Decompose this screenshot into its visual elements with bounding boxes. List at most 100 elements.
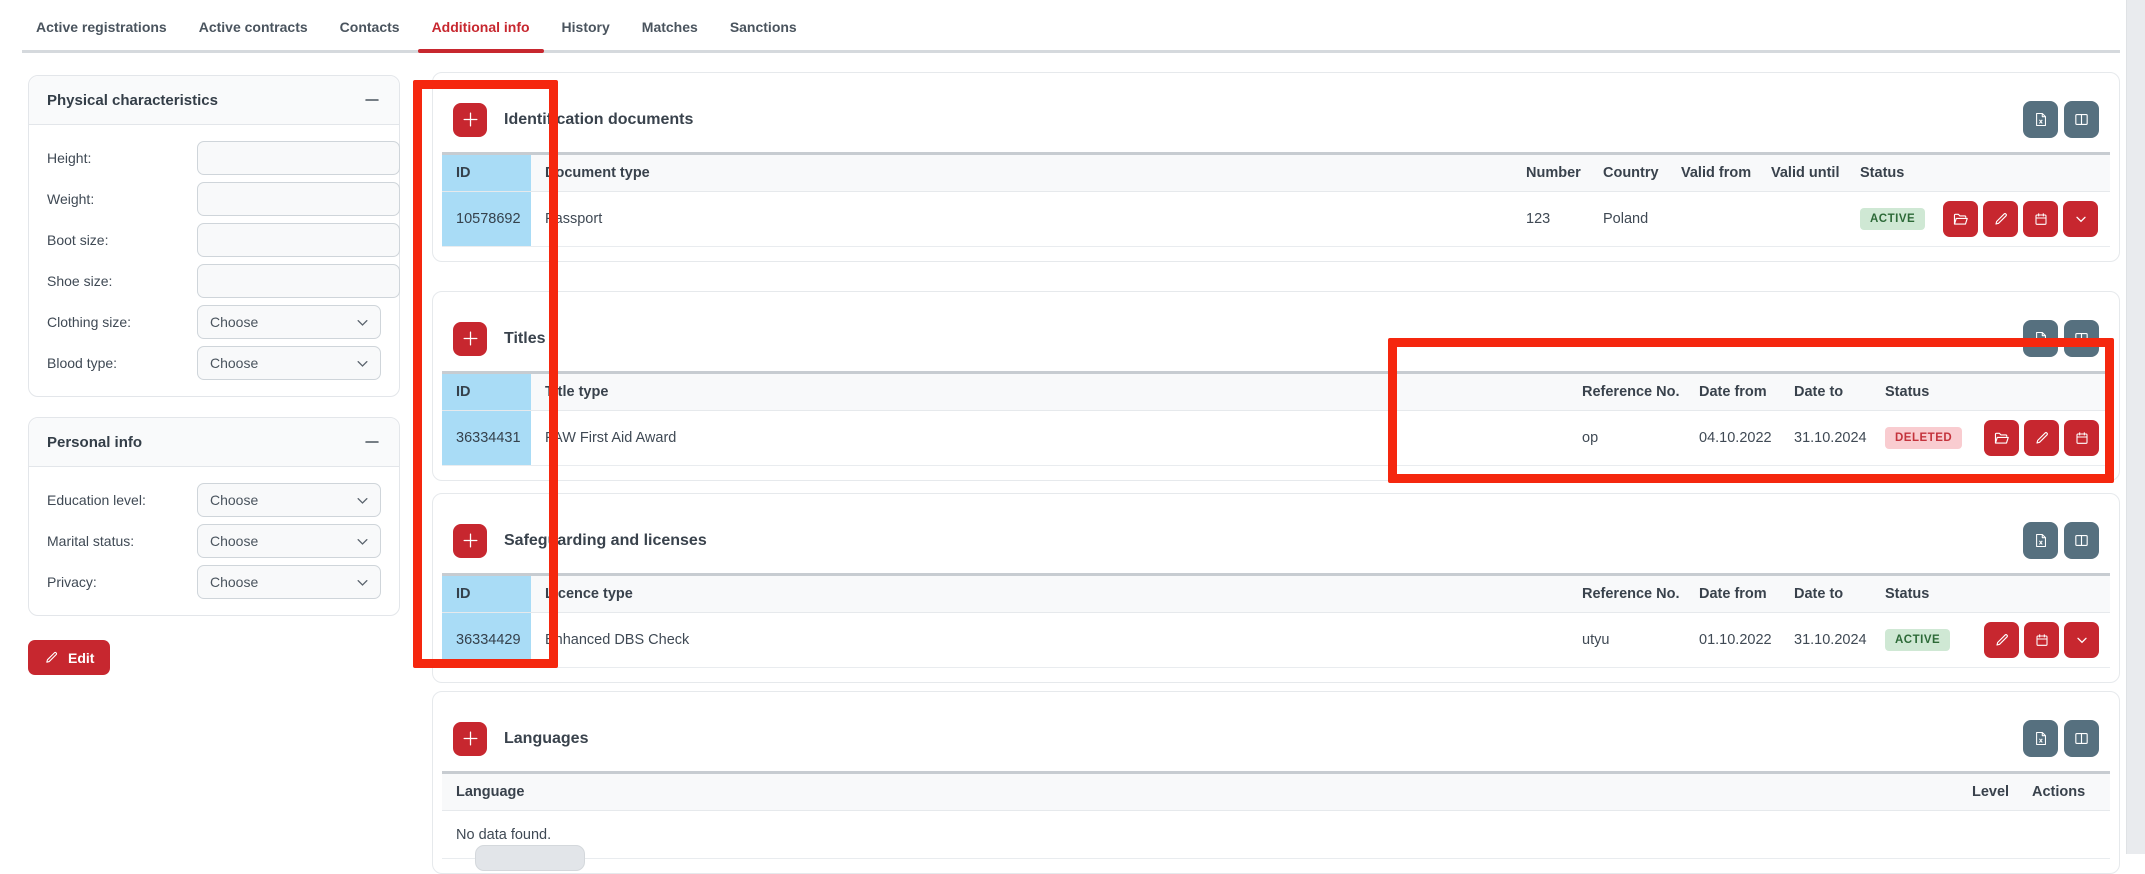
weight-field[interactable] xyxy=(197,182,400,216)
excel-export-icon xyxy=(2032,730,2049,747)
identification-documents-card: Identification documents ID Document typ… xyxy=(432,72,2120,262)
toggle-columns-button[interactable] xyxy=(2064,101,2099,138)
expand-row-button[interactable] xyxy=(2064,622,2099,658)
select-value: Choose xyxy=(210,355,258,371)
columns-icon xyxy=(2073,730,2090,747)
edit-row-button[interactable] xyxy=(2024,420,2059,456)
row-status: DELETED xyxy=(1885,411,1984,465)
shoe-size-field[interactable] xyxy=(197,264,400,298)
toggle-columns-button[interactable] xyxy=(2064,522,2099,559)
field-label: Shoe size: xyxy=(47,273,197,289)
table-header-row: ID Title type Reference No. Date from Da… xyxy=(442,374,2110,411)
section-title: Identification documents xyxy=(504,111,693,129)
open-record-button[interactable] xyxy=(1943,201,1978,237)
hidden-bottom-button[interactable] xyxy=(475,845,585,871)
section-title: Safeguarding and licenses xyxy=(504,532,707,550)
row-id: 36334429 xyxy=(442,613,531,667)
boot-size-field[interactable] xyxy=(197,223,400,257)
pencil-icon xyxy=(1994,632,2010,648)
table-row: 10578692 Passport 123 Poland ACTIVE xyxy=(442,192,2110,247)
add-title-button[interactable] xyxy=(453,322,487,356)
status-badge: ACTIVE xyxy=(1860,208,1925,230)
field-label: Marital status: xyxy=(47,533,197,549)
edit-row-button[interactable] xyxy=(1984,622,2019,658)
toggle-columns-button[interactable] xyxy=(2064,320,2099,357)
row-actions xyxy=(1943,192,2110,246)
card-head: Titles xyxy=(433,292,2119,371)
row-valid-until xyxy=(1771,192,1860,246)
expand-row-button[interactable] xyxy=(2063,201,2098,237)
column-header-reference-no: Reference No. xyxy=(1582,374,1699,410)
column-header-status: Status xyxy=(1860,155,1943,191)
table-row: 36334431 FAW First Aid Award op 04.10.20… xyxy=(442,411,2110,466)
tab-contacts[interactable]: Contacts xyxy=(338,3,402,50)
row-status: ACTIVE xyxy=(1860,192,1943,246)
collapse-panel-button[interactable] xyxy=(363,91,381,109)
field-row: Privacy: Choose xyxy=(47,565,381,599)
education-level-select[interactable]: Choose xyxy=(197,483,381,517)
plus-icon xyxy=(461,531,480,550)
column-header-id: ID xyxy=(442,576,531,612)
tab-sanctions[interactable]: Sanctions xyxy=(728,3,799,50)
row-actions xyxy=(1984,411,2110,465)
row-reference-no: utyu xyxy=(1582,613,1699,667)
collapse-panel-button[interactable] xyxy=(363,433,381,451)
status-badge: DELETED xyxy=(1885,427,1962,449)
calendar-button[interactable] xyxy=(2023,201,2058,237)
select-value: Choose xyxy=(210,574,258,590)
height-field[interactable] xyxy=(197,141,400,175)
row-actions xyxy=(1984,613,2110,667)
card-head: Identification documents xyxy=(433,73,2119,152)
field-label: Height: xyxy=(47,150,197,166)
chevron-down-icon xyxy=(2074,632,2090,648)
section-title: Titles xyxy=(504,330,546,348)
tab-active-registrations[interactable]: Active registrations xyxy=(34,3,169,50)
select-value: Choose xyxy=(210,492,258,508)
plus-icon xyxy=(461,729,480,748)
row-document-type: Passport xyxy=(531,192,1526,246)
export-excel-button[interactable] xyxy=(2023,320,2058,357)
column-header-id: ID xyxy=(442,155,531,191)
select-value: Choose xyxy=(210,314,258,330)
field-label: Blood type: xyxy=(47,355,197,371)
row-date-to: 31.10.2024 xyxy=(1794,613,1885,667)
status-badge: ACTIVE xyxy=(1885,629,1950,651)
tab-history[interactable]: History xyxy=(560,3,612,50)
calendar-button[interactable] xyxy=(2024,622,2059,658)
row-date-to: 31.10.2024 xyxy=(1794,411,1885,465)
toggle-columns-button[interactable] xyxy=(2064,720,2099,757)
privacy-select[interactable]: Choose xyxy=(197,565,381,599)
titles-card: Titles ID Title type Reference No. xyxy=(432,291,2120,481)
calendar-button[interactable] xyxy=(2064,420,2099,456)
field-row: Blood type: Choose xyxy=(47,346,381,380)
open-record-button[interactable] xyxy=(1984,420,2019,456)
table-header-row: ID Document type Number Country Valid fr… xyxy=(442,155,2110,192)
export-excel-button[interactable] xyxy=(2023,522,2058,559)
row-status: ACTIVE xyxy=(1885,613,1984,667)
tab-additional-info[interactable]: Additional info xyxy=(430,3,532,50)
chevron-down-icon xyxy=(2073,211,2089,227)
clothing-size-select[interactable]: Choose xyxy=(197,305,381,339)
column-header-actions xyxy=(1943,155,2110,191)
add-language-button[interactable] xyxy=(453,722,487,756)
marital-status-select[interactable]: Choose xyxy=(197,524,381,558)
calendar-icon xyxy=(2033,211,2049,227)
select-value: Choose xyxy=(210,533,258,549)
column-header-document-type: Document type xyxy=(531,155,1526,191)
export-excel-button[interactable] xyxy=(2023,720,2058,757)
add-licence-button[interactable] xyxy=(453,524,487,558)
safeguarding-table: ID Licence type Reference No. Date from … xyxy=(442,573,2110,668)
scrollbar-track[interactable] xyxy=(2126,0,2145,854)
card-head: Languages xyxy=(433,692,2119,771)
plus-icon xyxy=(461,110,480,129)
edit-button[interactable]: Edit xyxy=(28,640,110,675)
tab-matches[interactable]: Matches xyxy=(640,3,700,50)
columns-icon xyxy=(2073,330,2090,347)
blood-type-select[interactable]: Choose xyxy=(197,346,381,380)
column-header-country: Country xyxy=(1603,155,1681,191)
export-excel-button[interactable] xyxy=(2023,101,2058,138)
add-identification-document-button[interactable] xyxy=(453,103,487,137)
titles-table: ID Title type Reference No. Date from Da… xyxy=(442,371,2110,466)
edit-row-button[interactable] xyxy=(1983,201,2018,237)
tab-active-contracts[interactable]: Active contracts xyxy=(197,3,310,50)
